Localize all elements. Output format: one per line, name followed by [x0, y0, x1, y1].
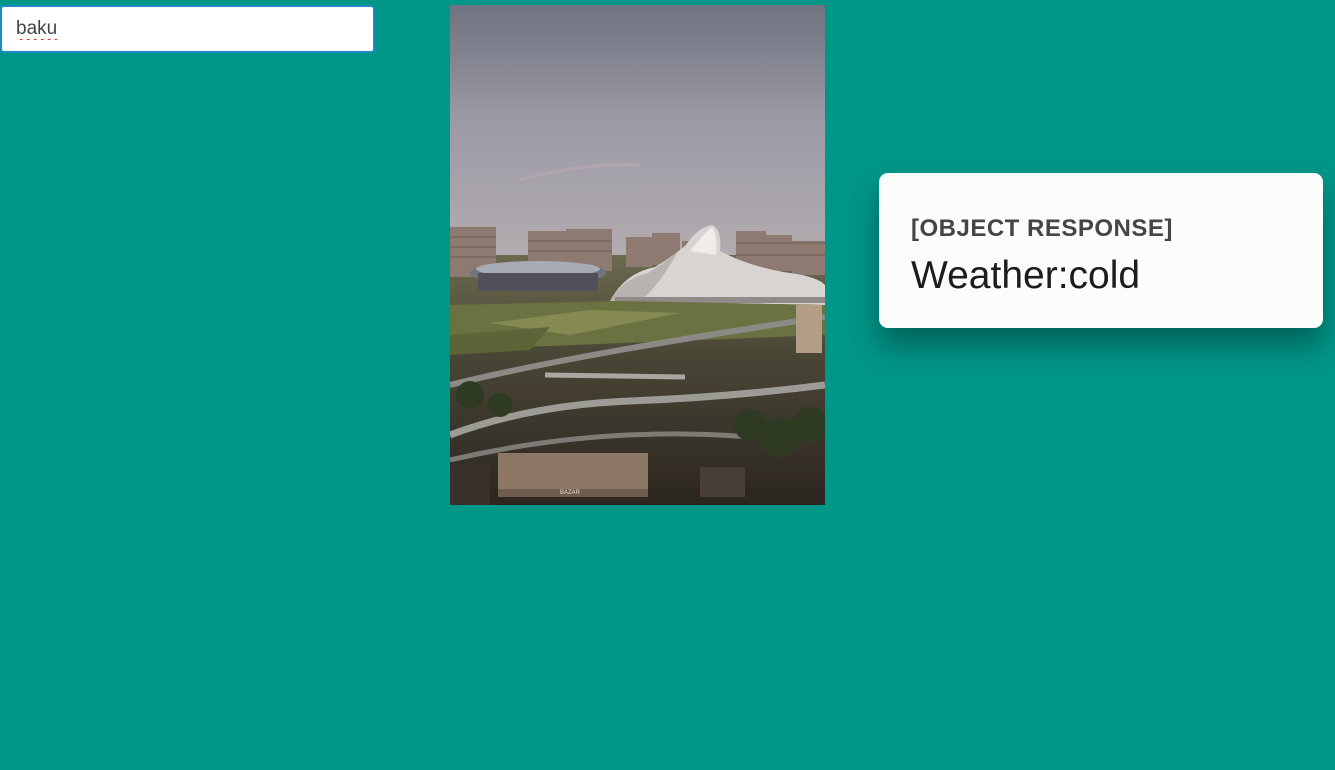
weather-value: Weather:cold — [911, 254, 1141, 297]
search-input[interactable] — [0, 5, 375, 53]
response-label: [OBJECT RESPONSE] — [911, 215, 1173, 242]
page: BAZAR [OBJECT RESPONSE] Weather:cold — [0, 0, 1335, 770]
city-photo-illustration: BAZAR — [450, 5, 825, 505]
bazaar-sign: BAZAR — [560, 490, 581, 496]
city-photo: BAZAR — [450, 5, 825, 505]
object-response-card: [OBJECT RESPONSE] Weather:cold — [879, 173, 1323, 328]
